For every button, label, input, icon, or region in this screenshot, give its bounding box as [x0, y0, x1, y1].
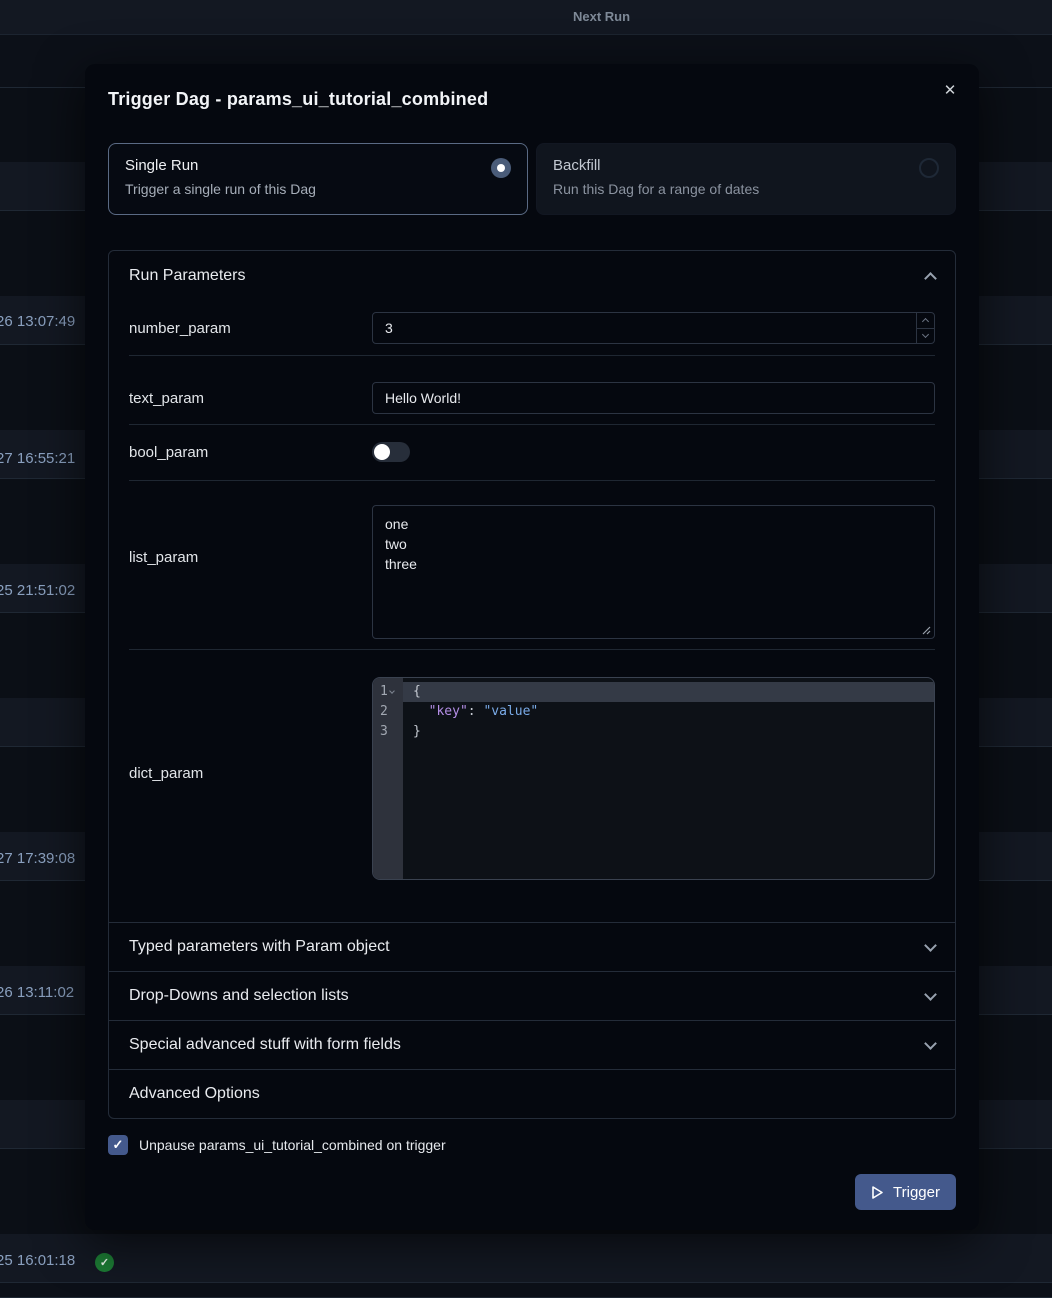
chevron-down-icon — [924, 1037, 937, 1050]
list-param-wrap: one two three — [372, 505, 935, 639]
editor-content[interactable]: { "key": "value" } — [403, 678, 934, 879]
line-number: 2 — [373, 702, 403, 722]
single-run-radio[interactable] — [491, 158, 511, 178]
json-value-token: "value" — [483, 704, 538, 719]
text-param-input[interactable] — [372, 382, 935, 414]
close-icon[interactable]: ✕ — [937, 78, 963, 104]
field-row-number-param: number_param — [109, 301, 955, 355]
line-number: 3 — [373, 722, 403, 742]
chevron-up-icon — [924, 272, 937, 285]
backfill-label: Backfill — [553, 157, 939, 174]
line-number: 1 — [373, 682, 403, 702]
success-check-icon: ✓ — [95, 1253, 114, 1272]
chevron-down-icon — [922, 331, 929, 338]
trigger-button[interactable]: Trigger — [855, 1174, 956, 1210]
text-param-label: text_param — [129, 390, 372, 407]
next-run-timestamp: 27 16:55:21 — [0, 450, 75, 467]
fold-chevron-icon[interactable] — [389, 688, 395, 694]
list-param-textarea[interactable]: one two three — [372, 505, 935, 639]
field-row-list-param: list_param one two three — [109, 481, 955, 649]
number-param-label: number_param — [129, 320, 372, 337]
json-colon-token: : — [468, 704, 484, 719]
single-run-description: Trigger a single run of this Dag — [125, 181, 511, 197]
indent — [413, 704, 429, 719]
unpause-checkbox[interactable]: ✓ — [108, 1135, 128, 1155]
play-icon — [871, 1185, 884, 1200]
section-typed-parameters[interactable]: Typed parameters with Param object — [109, 922, 955, 971]
backfill-description: Run this Dag for a range of dates — [553, 181, 939, 197]
backfill-card[interactable]: Backfill Run this Dag for a range of dat… — [536, 143, 956, 215]
trigger-button-label: Trigger — [893, 1184, 940, 1201]
field-row-text-param: text_param — [109, 356, 955, 424]
toggle-knob — [374, 444, 390, 460]
single-run-card[interactable]: Single Run Trigger a single run of this … — [108, 143, 528, 215]
resize-handle-icon[interactable] — [921, 625, 931, 635]
backfill-radio[interactable] — [919, 158, 939, 178]
number-stepper — [916, 313, 934, 343]
line-number-text: 1 — [380, 682, 388, 702]
number-param-input[interactable] — [372, 312, 935, 344]
number-param-wrap — [372, 312, 935, 344]
chevron-down-icon — [924, 939, 937, 952]
next-run-timestamp: 26 13:11:02 — [0, 984, 74, 1001]
field-row-bool-param: bool_param — [109, 425, 955, 480]
modal-title: Trigger Dag - params_ui_tutorial_combine… — [108, 89, 956, 110]
run-mode-selector: Single Run Trigger a single run of this … — [108, 143, 956, 215]
next-run-timestamp: 25 21:51:02 — [0, 582, 75, 599]
modal-footer: Trigger — [108, 1174, 956, 1210]
section-title: Typed parameters with Param object — [129, 938, 390, 956]
unpause-row: ✓ Unpause params_ui_tutorial_combined on… — [108, 1135, 956, 1155]
code-line-1: { — [403, 682, 934, 702]
section-advanced-options[interactable]: Advanced Options — [109, 1069, 955, 1118]
run-parameters-title: Run Parameters — [129, 267, 246, 285]
section-title: Special advanced stuff with form fields — [129, 1036, 401, 1054]
trigger-dag-modal: Trigger Dag - params_ui_tutorial_combine… — [85, 64, 979, 1230]
stepper-increment-button[interactable] — [917, 313, 934, 329]
field-row-dict-param: dict_param 1 2 3 { "key": "value" } — [109, 650, 955, 922]
next-run-timestamp: 26 13:07:49 — [0, 313, 75, 330]
next-run-timestamp: 27 17:39:08 — [0, 850, 75, 867]
parameters-form: Run Parameters number_param text_param b… — [108, 250, 956, 1119]
section-dropdowns[interactable]: Drop-Downs and selection lists — [109, 971, 955, 1020]
chevron-down-icon — [924, 988, 937, 1001]
bool-param-toggle[interactable] — [372, 442, 410, 462]
section-special-advanced[interactable]: Special advanced stuff with form fields — [109, 1020, 955, 1069]
table-header-band: Next Run — [0, 0, 1052, 35]
next-run-timestamp: 25 16:01:18 — [0, 1252, 75, 1269]
next-run-column-header: Next Run — [573, 9, 630, 24]
bool-param-label: bool_param — [129, 444, 372, 461]
editor-gutter: 1 2 3 — [373, 678, 403, 879]
single-run-label: Single Run — [125, 157, 511, 174]
code-line-2: "key": "value" — [403, 702, 934, 722]
table-row — [0, 1283, 1052, 1298]
code-line-3: } — [403, 722, 934, 742]
unpause-label: Unpause params_ui_tutorial_combined on t… — [139, 1137, 446, 1153]
dict-param-code-editor[interactable]: 1 2 3 { "key": "value" } — [372, 677, 935, 880]
json-key-token: "key" — [429, 704, 468, 719]
chevron-up-icon — [922, 318, 929, 325]
run-parameters-header[interactable]: Run Parameters — [109, 251, 955, 301]
section-title: Drop-Downs and selection lists — [129, 987, 349, 1005]
list-param-label: list_param — [129, 549, 372, 566]
dict-param-label: dict_param — [129, 765, 372, 782]
section-title: Advanced Options — [129, 1085, 260, 1103]
stepper-decrement-button[interactable] — [917, 329, 934, 344]
